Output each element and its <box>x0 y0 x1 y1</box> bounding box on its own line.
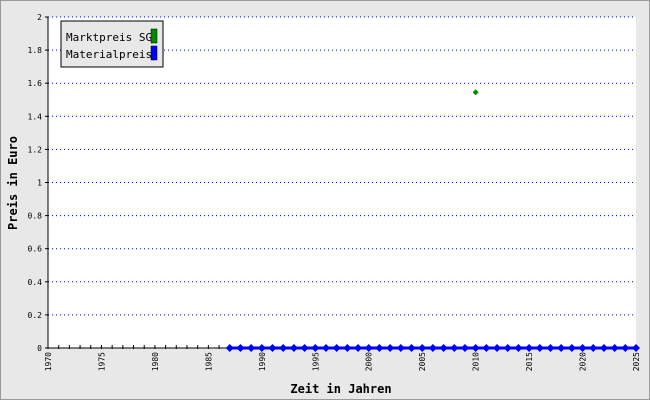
x-tick-label: 1980 <box>151 352 160 371</box>
x-axis-ticks: 1970 1975 1980 1985 1990 1995 2000 2005 2010 2015… <box>44 352 641 371</box>
x-tick-label: 2015 <box>525 352 534 371</box>
y-tick-label: 1.4 <box>28 112 43 121</box>
y-tick-label: 0.6 <box>28 245 43 254</box>
legend-swatch-marktpreis <box>150 28 158 44</box>
x-tick-label: 2000 <box>365 352 374 371</box>
y-tick-label: 0.2 <box>28 311 43 320</box>
x-tick-label: 2025 <box>632 352 641 371</box>
y-tick-label: 0.8 <box>28 212 43 221</box>
y-axis-ticks: 0 0.2 0.4 0.6 0.8 1 1.2 1.4 1.6 1.8 2 <box>28 13 43 353</box>
y-tick-label: 0.4 <box>28 278 43 287</box>
chart-frame: 0 0.2 0.4 0.6 0.8 1 1.2 1.4 1.6 1.8 2 1970 1975 1980… <box>0 0 650 400</box>
y-tick-label: 1.2 <box>28 145 43 154</box>
x-tick-label: 2010 <box>472 352 481 371</box>
legend-swatch-materialpreis <box>150 45 158 61</box>
x-axis-title: Zeit in Jahren <box>290 382 391 396</box>
x-tick-label: 1970 <box>44 352 53 371</box>
x-tick-label: 2020 <box>579 352 588 371</box>
legend-label-materialpreis: Materialpreis <box>66 48 152 61</box>
x-tick-label: 1990 <box>258 352 267 371</box>
legend: Marktpreis SG Materialpreis <box>60 20 164 68</box>
y-tick-label: 0 <box>37 344 42 353</box>
x-tick-label: 2005 <box>418 352 427 371</box>
y-tick-label: 1.8 <box>28 46 43 55</box>
y-axis-title: Preis in Euro <box>6 136 20 230</box>
x-tick-label: 1995 <box>311 352 320 371</box>
x-tick-label: 1975 <box>97 352 106 371</box>
y-tick-label: 1 <box>37 179 42 188</box>
y-tick-label: 2 <box>37 13 42 22</box>
price-chart: 0 0.2 0.4 0.6 0.8 1 1.2 1.4 1.6 1.8 2 1970 1975 1980… <box>6 13 641 396</box>
legend-label-marktpreis: Marktpreis SG <box>66 31 152 44</box>
x-tick-label: 1985 <box>204 352 213 371</box>
y-tick-label: 1.6 <box>28 79 43 88</box>
